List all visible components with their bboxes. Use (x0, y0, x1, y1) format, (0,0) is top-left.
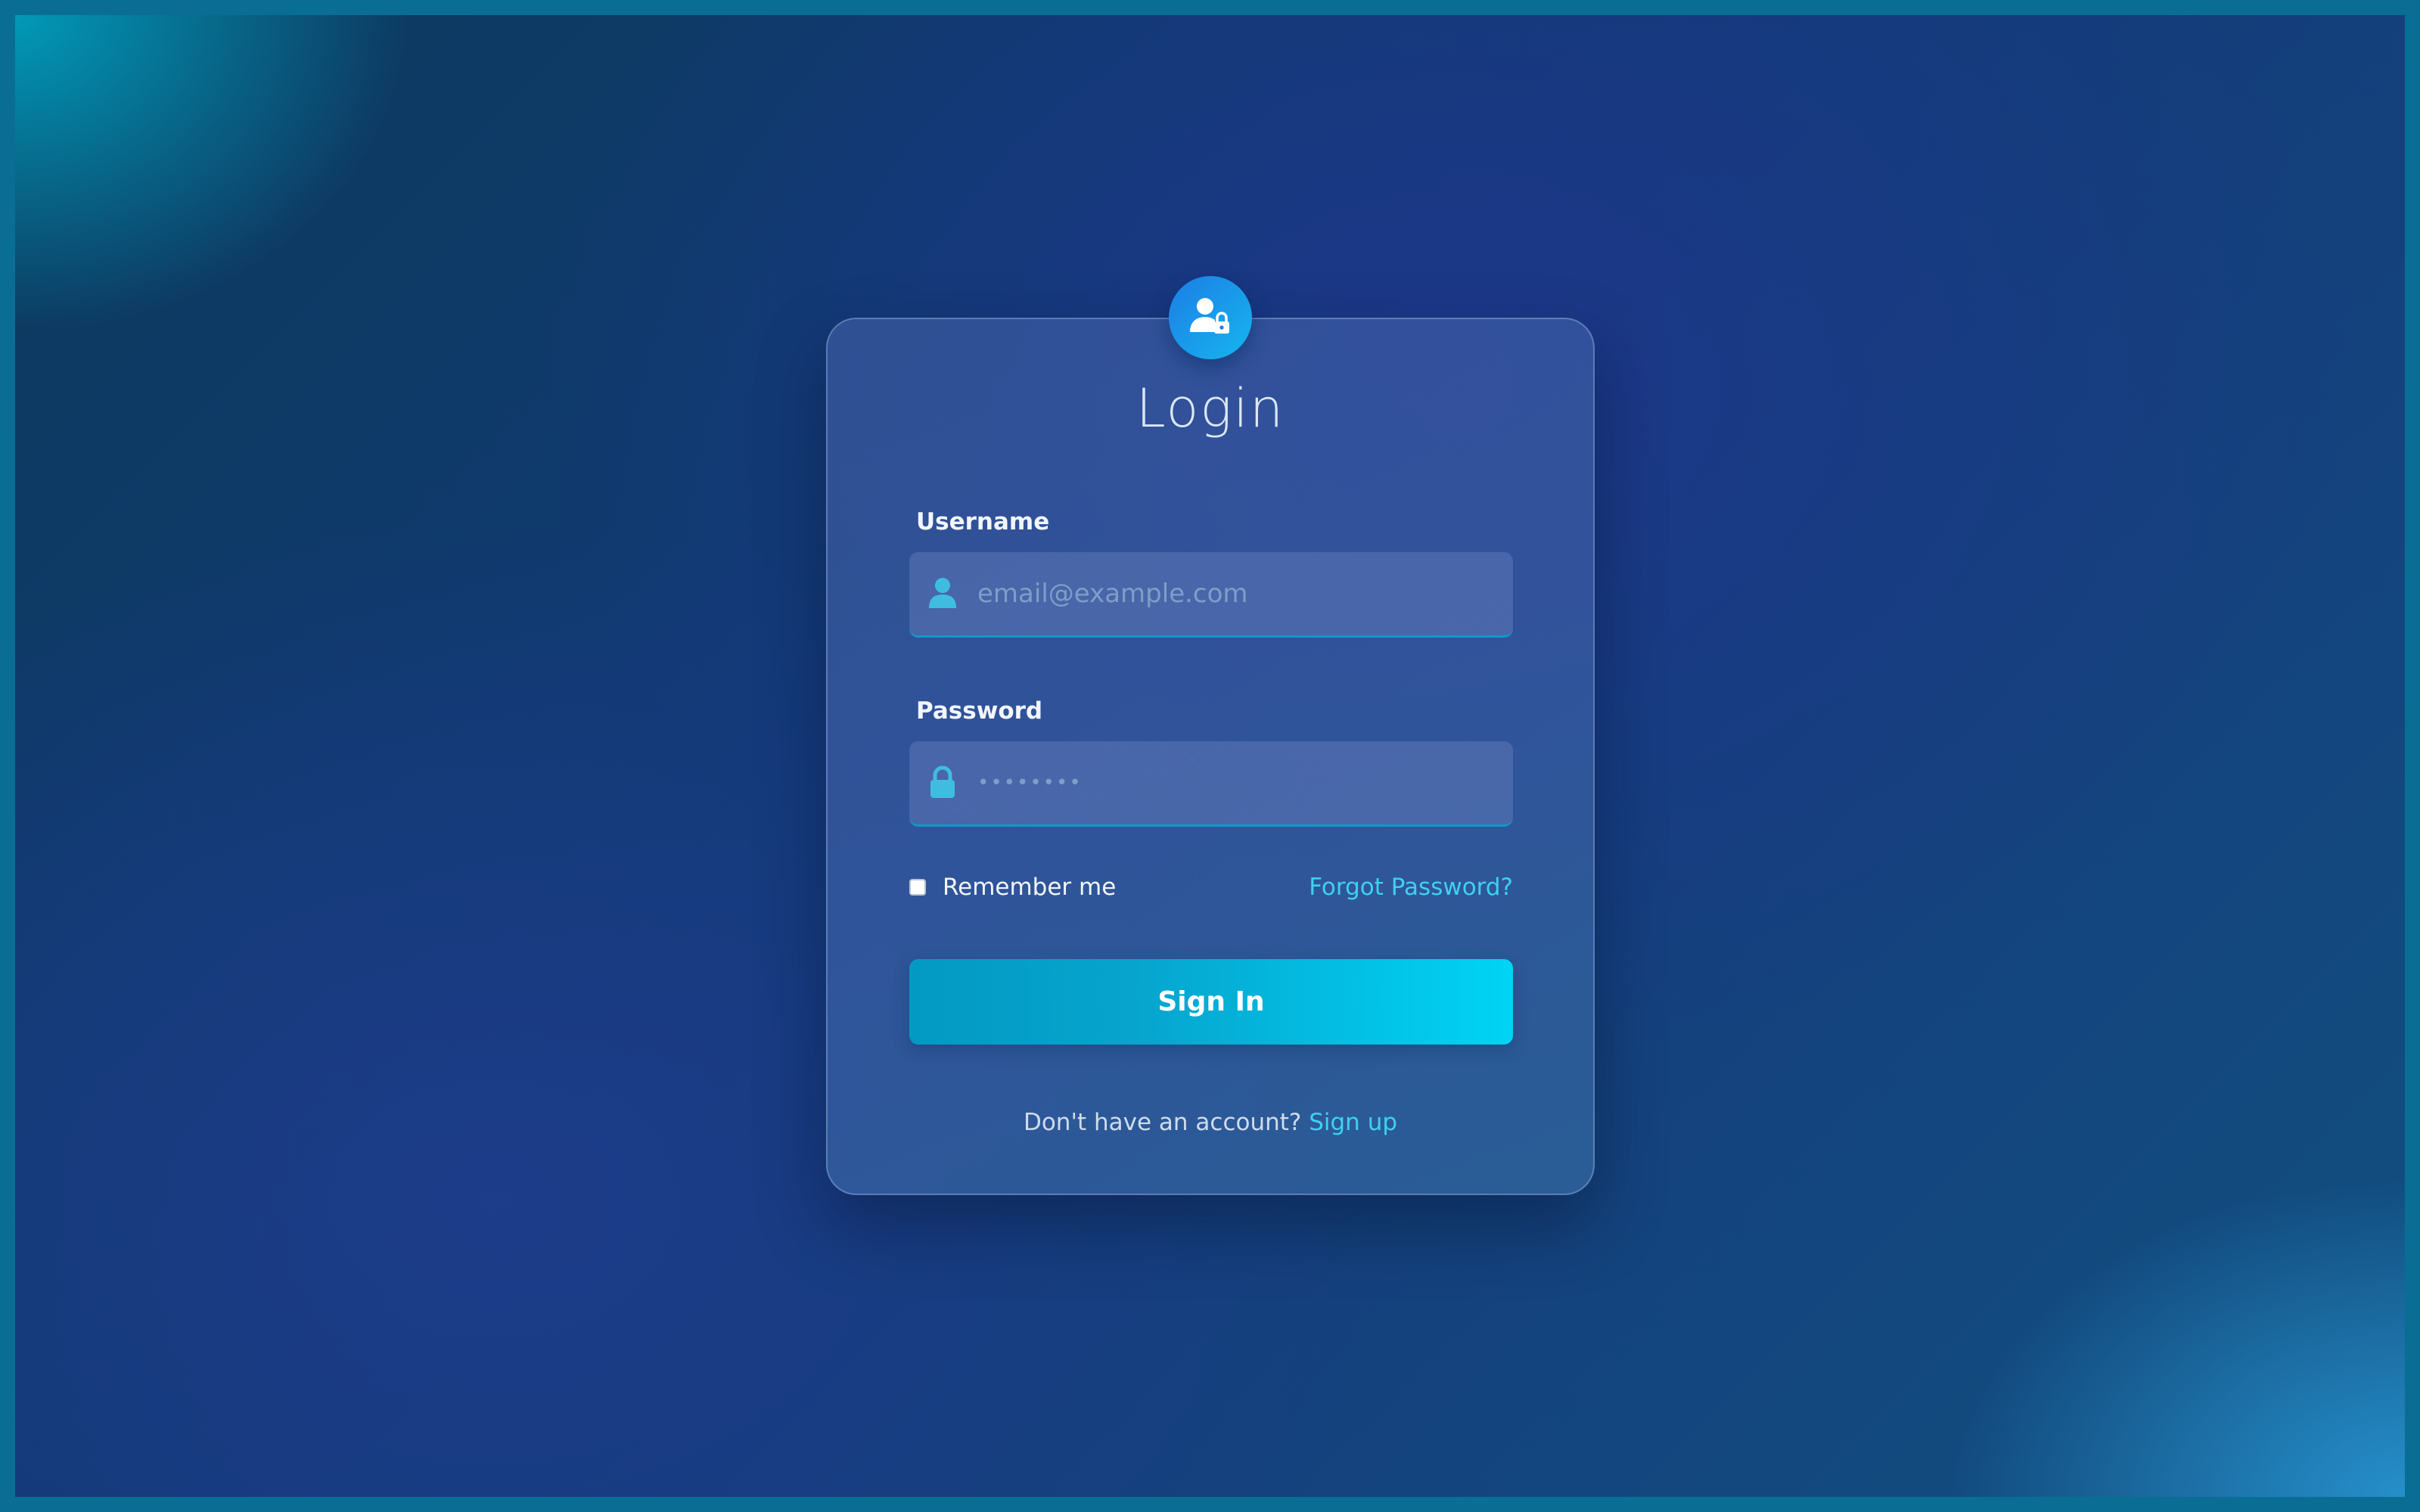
signup-prompt: Don't have an account? Sign up (826, 1106, 1595, 1139)
password-label: Password (916, 697, 1043, 725)
lock-icon (930, 765, 955, 798)
password-input[interactable]: •••••••• (977, 741, 1083, 824)
remember-label: Remember me (943, 874, 1117, 901)
username-field[interactable]: email@example.com (909, 552, 1513, 638)
username-label: Username (916, 508, 1050, 536)
user-lock-icon (1169, 276, 1252, 359)
sign-in-button[interactable]: Sign In (909, 959, 1513, 1045)
username-input[interactable]: email@example.com (977, 552, 1248, 635)
signup-prompt-text: Don't have an account? (1023, 1109, 1302, 1136)
password-field[interactable]: •••••••• (909, 741, 1513, 827)
remember-checkbox[interactable] (909, 879, 926, 896)
page-title: Login (1135, 377, 1285, 439)
user-icon (929, 578, 956, 608)
sign-up-link[interactable]: Sign up (1309, 1109, 1397, 1136)
forgot-password-link[interactable]: Forgot Password? (1309, 872, 1513, 902)
remember-me[interactable]: Remember me (909, 872, 1116, 902)
